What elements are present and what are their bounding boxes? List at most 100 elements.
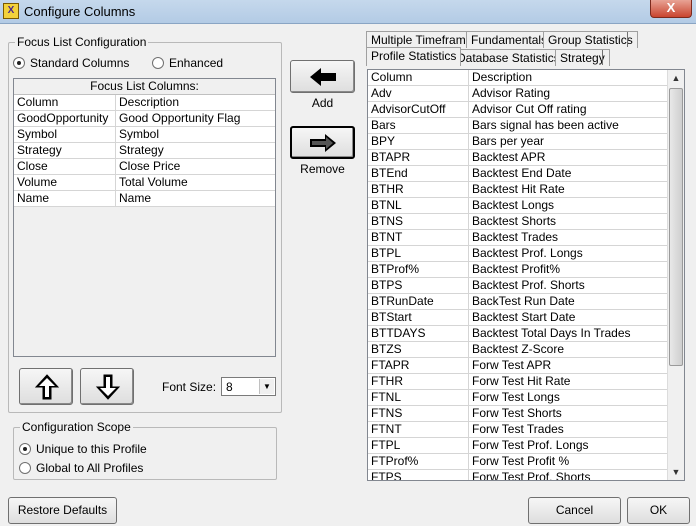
tab-divider	[602, 50, 603, 65]
description-cell: Name	[119, 191, 152, 205]
column-cell: Adv	[368, 86, 469, 102]
standard-columns-label: Standard Columns	[30, 56, 130, 70]
column-cell: BPY	[368, 134, 469, 150]
column-cell: BTRunDate	[368, 294, 469, 310]
description-cell: Advisor Cut Off rating	[472, 102, 587, 116]
table-row[interactable]: BTPL Backtest Prof. Longs	[368, 246, 684, 262]
table-row[interactable]: GoodOpportunity Good Opportunity Flag	[14, 111, 275, 127]
column-cell: FTNT	[368, 422, 469, 438]
description-cell: Backtest APR	[472, 150, 546, 164]
table-row[interactable]: Adv Advisor Rating	[368, 86, 684, 102]
table-row[interactable]: FTNL Forw Test Longs	[368, 390, 684, 406]
table-row[interactable]: BTProf% Backtest Profit%	[368, 262, 684, 278]
table-row[interactable]: Strategy Strategy	[14, 143, 275, 159]
description-cell: Advisor Rating	[472, 86, 551, 100]
description-cell: Bars signal has been active	[472, 118, 619, 132]
table-header-row: Column Description	[14, 95, 275, 111]
arrow-up-icon	[34, 374, 60, 400]
description-cell: Good Opportunity Flag	[119, 111, 241, 125]
font-size-value: 8	[226, 380, 233, 394]
tab-group-statistics[interactable]: Group Statistics	[543, 31, 638, 48]
description-cell: Backtest Total Days In Trades	[472, 326, 631, 340]
table-row[interactable]: BTStart Backtest Start Date	[368, 310, 684, 326]
tab-database-statistics[interactable]: Database Statistics	[452, 49, 565, 66]
table-row[interactable]: AdvisorCutOff Advisor Cut Off rating	[368, 102, 684, 118]
description-cell: Backtest Start Date	[472, 310, 576, 324]
description-header[interactable]: Description	[469, 70, 667, 86]
table-row[interactable]: FTHR Forw Test Hit Rate	[368, 374, 684, 390]
standard-columns-radio[interactable]: Standard Columns	[13, 56, 129, 70]
table-row[interactable]: BTZS Backtest Z-Score	[368, 342, 684, 358]
table-row[interactable]: FTProf% Forw Test Profit %	[368, 454, 684, 470]
global-to-all-radio[interactable]: Global to All Profiles	[19, 461, 143, 475]
description-cell: Backtest Trades	[472, 230, 559, 244]
unique-to-profile-radio[interactable]: Unique to this Profile	[19, 442, 147, 456]
description-cell: Total Volume	[119, 175, 188, 189]
ok-button[interactable]: OK	[627, 497, 690, 524]
tab-profile-statistics[interactable]: Profile Statistics	[366, 47, 462, 66]
table-row[interactable]: FTPL Forw Test Prof. Longs	[368, 438, 684, 454]
column-cell: FTNL	[368, 390, 469, 406]
table-row[interactable]: FTNT Forw Test Trades	[368, 422, 684, 438]
table-row[interactable]: BTHR Backtest Hit Rate	[368, 182, 684, 198]
scroll-down-icon[interactable]: ▼	[668, 464, 684, 480]
move-down-button[interactable]	[80, 368, 134, 405]
app-icon: X	[3, 3, 19, 19]
move-up-button[interactable]	[19, 368, 73, 405]
unique-to-profile-label: Unique to this Profile	[36, 442, 147, 456]
table-row[interactable]: FTPS Forw Test Prof. Shorts	[368, 470, 684, 480]
table-row[interactable]: BTTDAYS Backtest Total Days In Trades	[368, 326, 684, 342]
column-cell: BTNS	[368, 214, 469, 230]
table-row[interactable]: BTRunDate BackTest Run Date	[368, 294, 684, 310]
focus-list-columns-table[interactable]: Focus List Columns: Column Description G…	[13, 78, 276, 357]
column-cell: AdvisorCutOff	[368, 102, 469, 118]
tab-multiple-timeframe[interactable]: Multiple Timeframe	[366, 31, 478, 48]
table-row[interactable]: Volume Total Volume	[14, 175, 275, 191]
table-row[interactable]: FTAPR Forw Test APR	[368, 358, 684, 374]
table-row[interactable]: Symbol Symbol	[14, 127, 275, 143]
cancel-button[interactable]: Cancel	[528, 497, 621, 524]
column-header[interactable]: Column	[14, 95, 116, 111]
description-cell: Backtest Z-Score	[472, 342, 565, 356]
tab-fundamentals[interactable]: Fundamentals	[466, 31, 553, 48]
chevron-down-icon[interactable]: ▼	[259, 379, 274, 394]
tab-divider	[627, 32, 628, 47]
description-header[interactable]: Description	[116, 95, 275, 111]
scrollbar-thumb[interactable]	[669, 88, 683, 366]
description-cell: Backtest Shorts	[472, 214, 557, 228]
font-size-label: Font Size:	[162, 380, 217, 394]
remove-button[interactable]	[290, 126, 355, 159]
enhanced-radio[interactable]: Enhanced	[152, 56, 223, 70]
description-cell: BackTest Run Date	[472, 294, 575, 308]
table-row[interactable]: Name Name	[14, 191, 275, 207]
vertical-scrollbar[interactable]: ▲ ▼	[667, 70, 684, 480]
close-button[interactable]: X	[650, 0, 692, 18]
column-cell: Volume	[14, 175, 116, 191]
table-row[interactable]: Bars Bars signal has been active	[368, 118, 684, 134]
table-row[interactable]: BTNT Backtest Trades	[368, 230, 684, 246]
enhanced-label: Enhanced	[169, 56, 224, 70]
focus-list-configuration-label: Focus List Configuration	[15, 35, 149, 49]
scroll-up-icon[interactable]: ▲	[668, 70, 684, 86]
table-row[interactable]: BTAPR Backtest APR	[368, 150, 684, 166]
table-row[interactable]: BTNS Backtest Shorts	[368, 214, 684, 230]
column-cell: FTPL	[368, 438, 469, 454]
table-row[interactable]: Close Close Price	[14, 159, 275, 175]
column-cell: FTHR	[368, 374, 469, 390]
column-header[interactable]: Column	[368, 70, 469, 86]
add-label: Add	[311, 96, 334, 110]
add-button[interactable]	[290, 60, 355, 93]
restore-defaults-button[interactable]: Restore Defaults	[8, 497, 117, 524]
description-cell: Forw Test Prof. Longs	[472, 438, 589, 452]
description-cell: Strategy	[119, 143, 164, 157]
title-bar[interactable]: X Configure Columns X	[0, 0, 696, 24]
table-row[interactable]: FTNS Forw Test Shorts	[368, 406, 684, 422]
table-row[interactable]: BTNL Backtest Longs	[368, 198, 684, 214]
profile-statistics-table[interactable]: Column Description Adv Advisor Rating Advi…	[367, 69, 685, 481]
arrow-left-icon	[310, 68, 336, 86]
table-row[interactable]: BTEnd Backtest End Date	[368, 166, 684, 182]
font-size-select[interactable]: 8 ▼	[221, 377, 276, 396]
table-row[interactable]: BPY Bars per year	[368, 134, 684, 150]
table-row[interactable]: BTPS Backtest Prof. Shorts	[368, 278, 684, 294]
column-cell: FTNS	[368, 406, 469, 422]
